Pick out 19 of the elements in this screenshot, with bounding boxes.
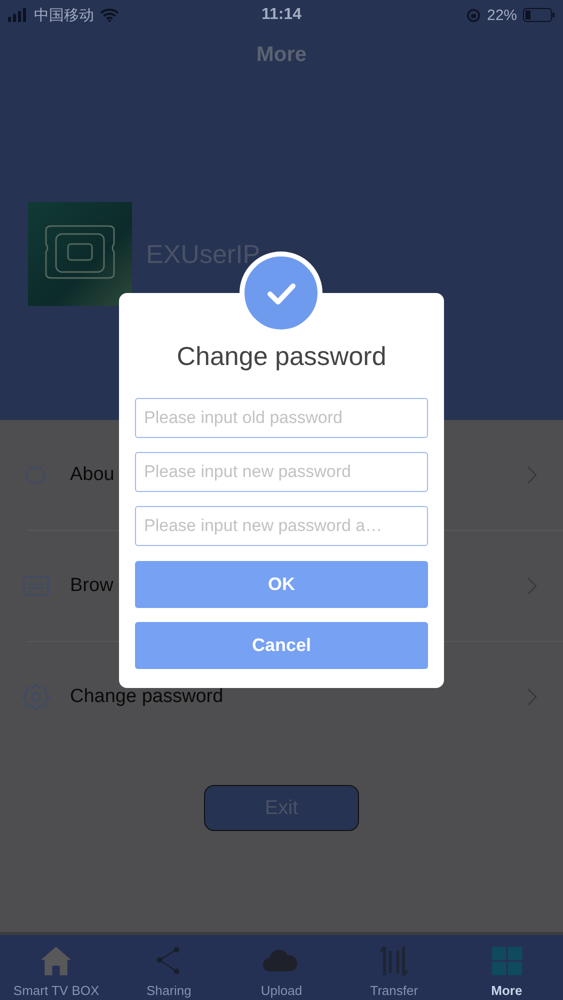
- battery-percent: 22%: [486, 6, 518, 24]
- tab-item[interactable]: Transfer: [338, 935, 450, 1000]
- rotation-lock-icon: [466, 8, 481, 22]
- ok-button[interactable]: OK: [135, 561, 428, 608]
- tab-item[interactable]: Sharing: [112, 935, 226, 1000]
- password-field[interactable]: Please input new password a…: [135, 506, 428, 546]
- tab-item[interactable]: Smart TV BOX: [0, 935, 113, 1000]
- clock: 11:14: [261, 6, 302, 24]
- cancel-button[interactable]: Cancel: [135, 622, 428, 669]
- battery-icon: [523, 8, 556, 22]
- carrier-name: 中国移动: [34, 6, 94, 24]
- avatar-icon: [28, 202, 132, 306]
- dialog-title: Change password: [176, 341, 388, 372]
- signal-icon: [8, 8, 28, 22]
- tab-item[interactable]: More: [450, 935, 563, 1000]
- tab-item[interactable]: Upload: [225, 935, 338, 1000]
- password-field[interactable]: Please input new password: [135, 452, 428, 492]
- password-field[interactable]: Please input old password: [135, 398, 428, 438]
- wifi-icon: [100, 8, 119, 22]
